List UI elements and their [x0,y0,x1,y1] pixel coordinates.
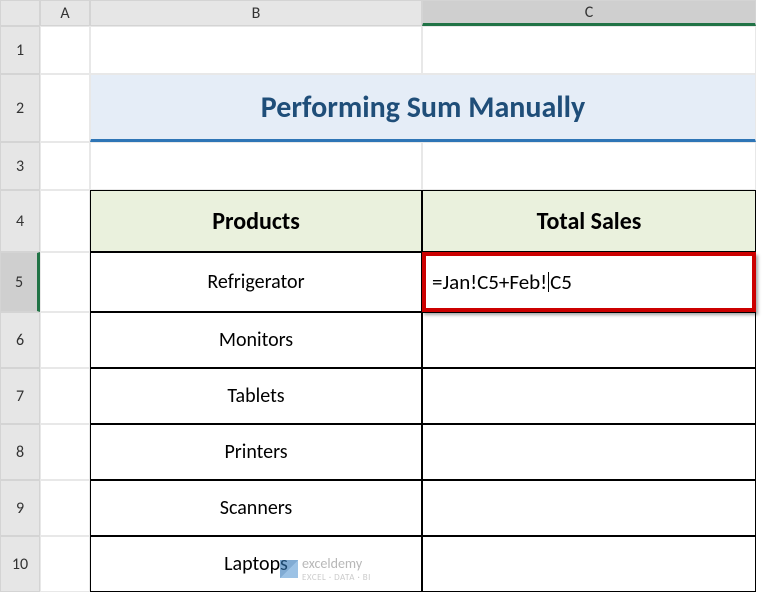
row-header-7[interactable]: 7 [0,368,40,424]
row-header-4[interactable]: 4 [0,190,40,252]
cell-A2[interactable] [40,74,90,142]
col-header-A[interactable]: A [40,0,90,26]
cell-A7[interactable] [40,368,90,424]
cell-A3[interactable] [40,142,90,190]
row-header-3[interactable]: 3 [0,142,40,190]
row-header-5[interactable]: 5 [0,252,40,312]
table-row-product[interactable]: Monitors [90,312,422,368]
formula-input-C5[interactable]: =Jan!C5+Feb!C5 [422,252,756,312]
cell-C1[interactable] [422,26,756,74]
row-header-2[interactable]: 2 [0,74,40,142]
cell-A10[interactable] [40,536,90,592]
cell-C3[interactable] [422,142,756,190]
row-header-1[interactable]: 1 [0,26,40,74]
exceldemy-logo-icon [280,560,298,578]
text-cursor [548,272,549,292]
cell-B1[interactable] [90,26,422,74]
cell-C9[interactable] [422,480,756,536]
cell-C7[interactable] [422,368,756,424]
cell-B3[interactable] [90,142,422,190]
watermark: exceldemy EXCEL · DATA · BI [280,555,371,583]
row-header-8[interactable]: 8 [0,424,40,480]
cell-C6[interactable] [422,312,756,368]
cell-C10[interactable] [422,536,756,592]
table-row-product[interactable]: Tablets [90,368,422,424]
cell-A5[interactable] [40,252,90,312]
table-row-product[interactable]: Printers [90,424,422,480]
cell-A1[interactable] [40,26,90,74]
col-header-C[interactable]: C [422,0,756,26]
cell-A4[interactable] [40,190,90,252]
table-header-total[interactable]: Total Sales [422,190,756,252]
cell-A6[interactable] [40,312,90,368]
select-all-corner[interactable] [0,0,40,26]
col-header-B[interactable]: B [90,0,422,26]
table-row-product[interactable]: Laptops [90,536,422,592]
table-header-products[interactable]: Products [90,190,422,252]
row-header-10[interactable]: 10 [0,536,40,592]
table-row-product[interactable]: Refrigerator [90,252,422,312]
watermark-sub: EXCEL · DATA · BI [302,572,371,583]
table-row-product[interactable]: Scanners [90,480,422,536]
row-header-9[interactable]: 9 [0,480,40,536]
cell-A9[interactable] [40,480,90,536]
page-title: Performing Sum Manually [90,74,756,142]
formula-text-prefix: =Jan!C5+Feb! [432,269,547,295]
cell-C8[interactable] [422,424,756,480]
cell-A8[interactable] [40,424,90,480]
watermark-text: exceldemy [302,555,371,572]
row-header-6[interactable]: 6 [0,312,40,368]
formula-text-suffix: C5 [550,269,572,295]
